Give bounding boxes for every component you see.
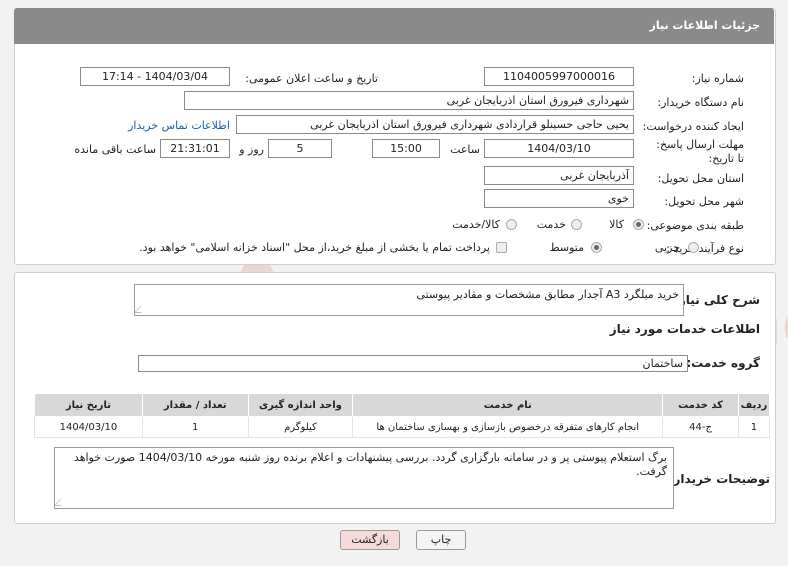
- province-field[interactable]: آذربایجان غربی: [484, 166, 634, 185]
- creator-field[interactable]: یحیی حاجی حسینلو قراردادی شهرداری فیرورق…: [236, 115, 634, 134]
- creator-label: ایجاد کننده درخواست:: [642, 120, 744, 133]
- cell-row: 1: [737, 416, 771, 438]
- col-need-date: تاریخ نیاز: [34, 393, 143, 417]
- contact-buyer-link[interactable]: اطلاعات تماس خریدار: [128, 119, 230, 132]
- summary-text: خرید میلگرد A3 آجدار مطابق مشخصات و مقاد…: [416, 288, 679, 301]
- service-group-label: گروه خدمت:: [686, 356, 760, 370]
- service-group-field[interactable]: ساختمان: [138, 355, 688, 372]
- days-label: روز و: [239, 143, 264, 156]
- category-option-service: خدمت: [536, 218, 566, 231]
- treasury-payment-checkbox[interactable]: [496, 242, 507, 253]
- buyer-org-field[interactable]: شهرداری فیرورق استان اذربایجان غربی: [184, 91, 634, 110]
- summary-textarea[interactable]: خرید میلگرد A3 آجدار مطابق مشخصات و مقاد…: [134, 284, 684, 316]
- cell-service-code: ج-44: [662, 416, 739, 438]
- need-number-field[interactable]: 1104005997000016: [484, 67, 634, 86]
- cell-quantity: 1: [141, 416, 249, 438]
- remaining-time-field[interactable]: 21:31:01: [160, 139, 230, 158]
- process-radio-medium[interactable]: [591, 242, 602, 253]
- buyer-notes-textarea[interactable]: برگ استعلام پیوستی پر و در سامانه بارگزا…: [54, 447, 674, 509]
- deadline-label: مهلت ارسال پاسخ: تا تاریخ:: [656, 138, 744, 165]
- col-service-name: نام خدمت: [352, 393, 664, 417]
- services-table: ردیف کد خدمت نام خدمت واحد اندازه گیری ت…: [34, 393, 771, 438]
- process-radio-minor[interactable]: [688, 242, 699, 253]
- page-title: جزئیات اطلاعات نیاز: [649, 19, 761, 32]
- col-quantity: تعداد / مقدار: [141, 393, 249, 417]
- back-button[interactable]: بازگشت: [340, 530, 400, 550]
- city-field[interactable]: خوی: [484, 189, 634, 208]
- category-radio-goods[interactable]: [633, 219, 644, 230]
- category-option-both: کالا/خدمت: [452, 218, 500, 231]
- process-option-medium: متوسط: [549, 241, 584, 254]
- cell-unit: کیلوگرم: [247, 416, 354, 438]
- category-radio-service[interactable]: [571, 219, 582, 230]
- col-unit: واحد اندازه گیری: [247, 393, 354, 417]
- deadline-date-field[interactable]: 1404/03/10: [484, 139, 634, 158]
- services-section-title: اطلاعات خدمات مورد نیاز: [609, 322, 760, 336]
- province-label: استان محل تحویل:: [657, 172, 744, 185]
- category-option-goods: کالا: [609, 218, 624, 231]
- category-radio-both[interactable]: [506, 219, 517, 230]
- treasury-payment-note: پرداخت تمام یا بخشی از مبلغ خرید،از محل …: [139, 241, 490, 254]
- buyer-org-label: نام دستگاه خریدار:: [657, 96, 744, 109]
- process-option-minor: جزیی: [654, 241, 680, 254]
- deadline-time-field[interactable]: 15:00: [372, 139, 440, 158]
- cell-service-name: انجام کارهای متفرقه درخصوص بازسازی و بهس…: [352, 416, 664, 438]
- need-number-label: شماره نیاز:: [691, 72, 744, 85]
- cell-need-date: 1404/03/10: [34, 416, 143, 438]
- print-button[interactable]: چاپ: [416, 530, 466, 550]
- deadline-time-label: ساعت: [450, 143, 480, 156]
- table-row[interactable]: 1 ج-44 انجام کارهای متفرقه درخصوص بازساز…: [34, 416, 771, 438]
- panel-header: جزئیات اطلاعات نیاز: [14, 8, 774, 44]
- announce-field[interactable]: 1404/03/04 - 17:14: [80, 67, 230, 86]
- remaining-label: ساعت باقی مانده: [74, 143, 156, 156]
- category-label: طبقه بندی موضوعی:: [646, 219, 744, 232]
- announce-label: تاریخ و ساعت اعلان عمومی:: [245, 72, 378, 85]
- col-service-code: کد خدمت: [662, 393, 739, 417]
- buyer-notes-text: برگ استعلام پیوستی پر و در سامانه بارگزا…: [73, 451, 667, 478]
- buyer-notes-label: توضیحات خریدار:: [668, 472, 770, 486]
- summary-label: شرح کلی نیاز:: [674, 293, 760, 307]
- resize-handle[interactable]: [55, 499, 68, 506]
- city-label: شهر محل تحویل:: [664, 195, 744, 208]
- days-field[interactable]: 5: [268, 139, 332, 158]
- col-row: ردیف: [737, 393, 771, 417]
- resize-handle[interactable]: [135, 306, 148, 313]
- table-header-row: ردیف کد خدمت نام خدمت واحد اندازه گیری ت…: [34, 393, 771, 417]
